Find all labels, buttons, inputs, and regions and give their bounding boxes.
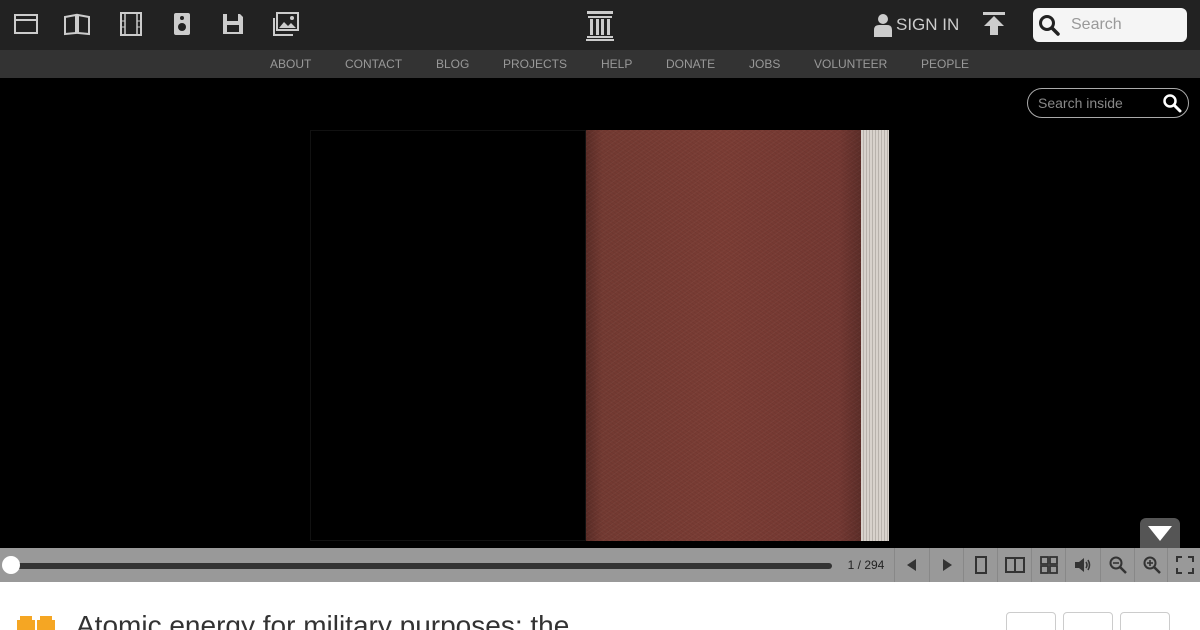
one-page-icon	[974, 556, 987, 574]
page-slider-track[interactable]	[10, 563, 832, 569]
two-page-view-button[interactable]	[997, 548, 1031, 582]
book-cover-page[interactable]	[586, 130, 861, 541]
user-icon	[874, 14, 892, 37]
zoom-in-icon	[1143, 556, 1161, 574]
nav-blog[interactable]: BLOG	[436, 50, 469, 78]
upload-icon[interactable]	[981, 11, 1007, 37]
sign-in-button[interactable]: SIGN IN	[873, 11, 959, 39]
share-button[interactable]	[1063, 612, 1113, 630]
fullscreen-icon	[1175, 556, 1194, 574]
search-inside-box	[1027, 88, 1189, 118]
archive-logo-icon[interactable]	[585, 9, 615, 41]
prev-page-icon	[906, 559, 916, 571]
page-indicator: 1 / 294	[847, 558, 885, 572]
search-inside-input[interactable]	[1038, 95, 1158, 111]
images-icon[interactable]	[272, 10, 300, 38]
book-reader	[0, 78, 1200, 548]
fullscreen-button[interactable]	[1167, 548, 1200, 582]
search-input[interactable]	[1071, 16, 1181, 34]
audio-icon[interactable]	[168, 10, 196, 38]
sign-in-label: SIGN IN	[896, 15, 960, 34]
nav-donate[interactable]: DONATE	[666, 50, 715, 78]
search-icon[interactable]	[1037, 13, 1061, 37]
zoom-out-icon	[1109, 556, 1127, 574]
collapse-toolbar-button[interactable]	[1140, 518, 1180, 548]
software-icon[interactable]	[219, 10, 247, 38]
nav-projects[interactable]: PROJECTS	[503, 50, 567, 78]
read-aloud-button[interactable]	[1065, 548, 1099, 582]
texts-icon[interactable]	[63, 10, 91, 38]
item-details: Atomic energy for military purposes; the	[0, 582, 1200, 630]
nav-about[interactable]: ABOUT	[270, 50, 311, 78]
prev-page-button[interactable]	[894, 548, 928, 582]
chevron-down-icon	[1148, 526, 1172, 541]
zoom-in-button[interactable]	[1134, 548, 1168, 582]
texts-icon	[16, 616, 58, 630]
secondary-navigation: ABOUT CONTACT BLOG PROJECTS HELP DONATE …	[0, 50, 1200, 78]
thumbnail-icon	[1039, 556, 1058, 574]
item-title: Atomic energy for military purposes; the	[76, 610, 570, 630]
next-page-button[interactable]	[929, 548, 963, 582]
next-page-icon	[942, 559, 952, 571]
thumbnail-view-button[interactable]	[1031, 548, 1065, 582]
web-icon[interactable]	[12, 10, 40, 38]
favorite-button[interactable]	[1006, 612, 1056, 630]
nav-help[interactable]: HELP	[601, 50, 632, 78]
page-slider-handle[interactable]	[2, 556, 20, 574]
reader-toolbar: 1 / 294	[0, 548, 1200, 582]
nav-volunteer[interactable]: VOLUNTEER	[814, 50, 887, 78]
one-page-view-button[interactable]	[963, 548, 997, 582]
page-edges	[861, 130, 889, 541]
nav-people[interactable]: PEOPLE	[921, 50, 969, 78]
search-icon[interactable]	[1162, 93, 1182, 113]
video-icon[interactable]	[117, 10, 145, 38]
search-box	[1033, 8, 1187, 42]
two-page-icon	[1004, 557, 1025, 573]
top-navigation-bar: SIGN IN	[0, 0, 1200, 50]
blank-left-page	[310, 130, 586, 541]
read-aloud-icon	[1074, 558, 1090, 572]
flag-button[interactable]	[1120, 612, 1170, 630]
zoom-out-button[interactable]	[1100, 548, 1134, 582]
nav-jobs[interactable]: JOBS	[749, 50, 780, 78]
nav-contact[interactable]: CONTACT	[345, 50, 402, 78]
